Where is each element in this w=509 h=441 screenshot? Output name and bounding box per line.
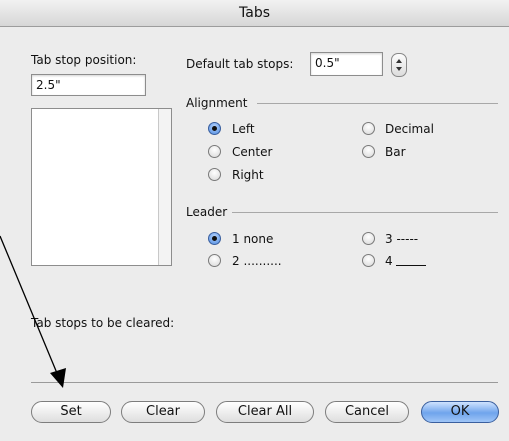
annotation-arrow-icon [0, 235, 66, 388]
